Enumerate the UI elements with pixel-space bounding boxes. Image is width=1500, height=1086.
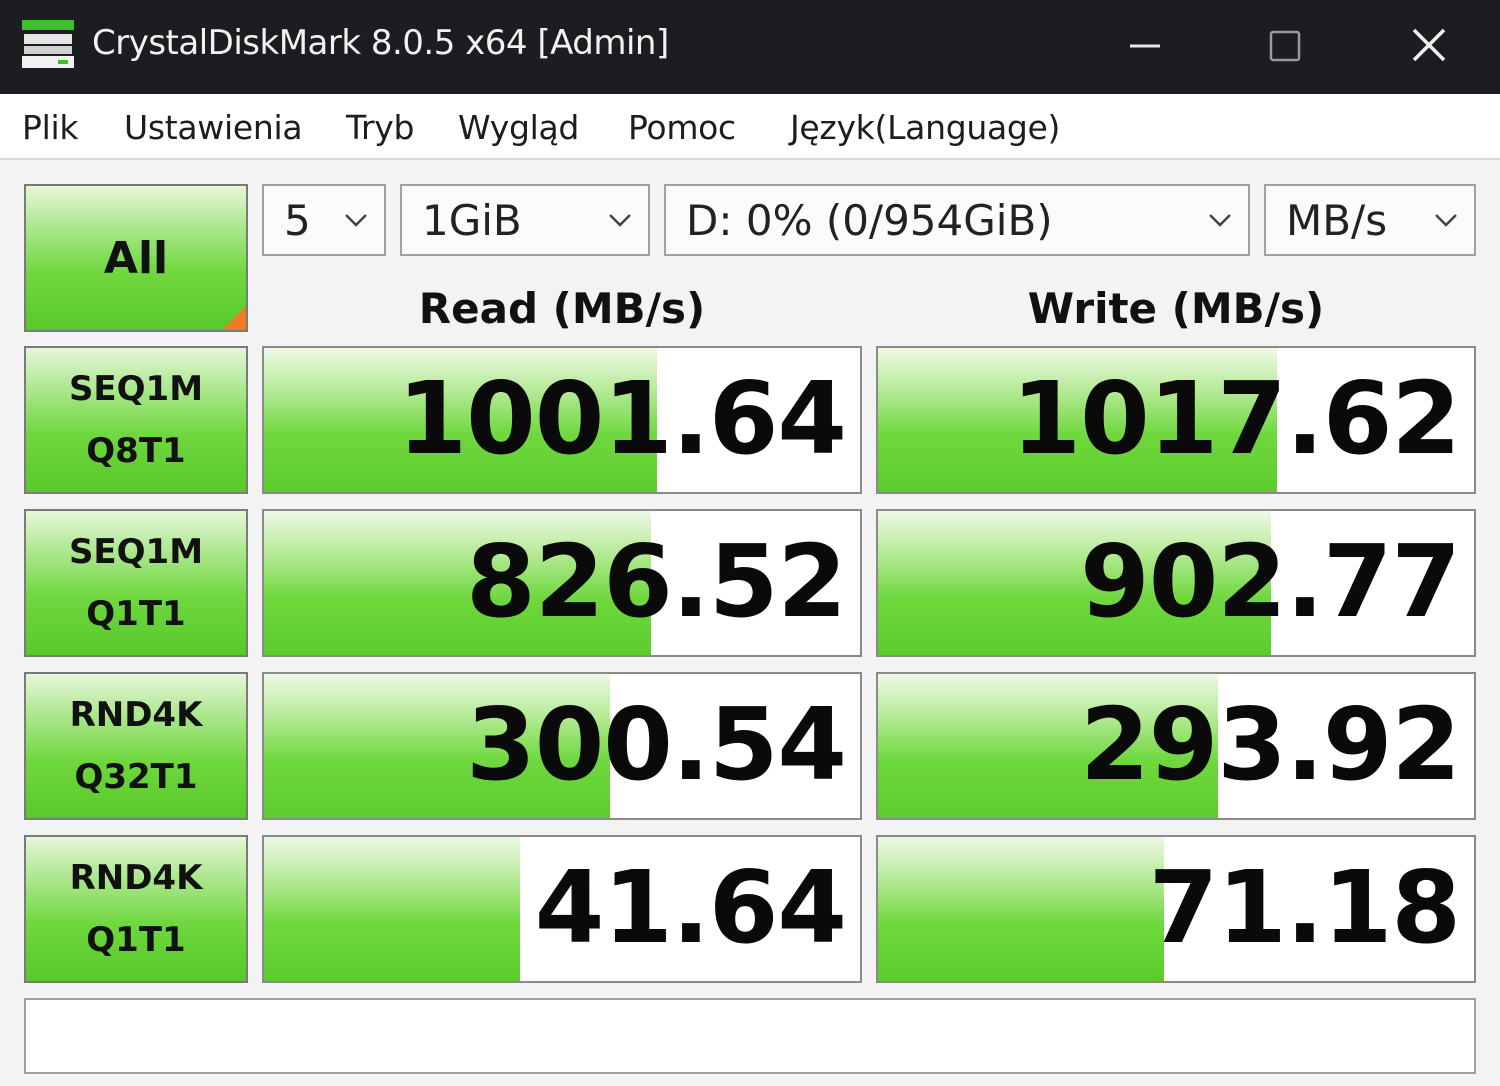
corner-marker <box>222 306 246 330</box>
read-result-rnd4k-q32t1: 300.54 <box>262 672 862 820</box>
read-result-seq1m-q1t1: 826.52 <box>262 509 862 657</box>
menu-bar: Plik Ustawienia Tryb Wygląd Pomoc Język(… <box>0 94 1500 160</box>
main-panel: All 5 1GiB D: 0% (0/954GiB) MB/s Read (M… <box>0 160 1500 1086</box>
test-label-line2: Q32T1 <box>74 757 198 797</box>
disk-drive-icon <box>22 20 74 68</box>
test-button-seq1m-q1t1[interactable]: SEQ1M Q1T1 <box>24 509 248 657</box>
write-value: 902.77 <box>1080 523 1461 640</box>
drive-value: D: 0% (0/954GiB) <box>686 196 1053 245</box>
test-label-line1: SEQ1M <box>68 532 204 572</box>
write-bar <box>878 837 1165 981</box>
write-result-seq1m-q8t1: 1017.62 <box>876 346 1476 494</box>
title-bar: CrystalDiskMark 8.0.5 x64 [Admin] <box>0 0 1500 94</box>
menu-help[interactable]: Pomoc <box>628 108 736 147</box>
menu-language[interactable]: Język(Language) <box>790 108 1060 147</box>
unit-value: MB/s <box>1286 196 1388 245</box>
read-header: Read (MB/s) <box>418 284 706 333</box>
read-value: 826.52 <box>466 523 847 640</box>
read-result-rnd4k-q1t1: 41.64 <box>262 835 862 983</box>
write-value: 1017.62 <box>1011 360 1461 477</box>
menu-file[interactable]: Plik <box>22 108 78 147</box>
all-button-label: All <box>103 232 169 284</box>
write-result-rnd4k-q32t1: 293.92 <box>876 672 1476 820</box>
size-select[interactable]: 1GiB <box>400 184 650 256</box>
count-value: 5 <box>284 196 311 245</box>
test-button-rnd4k-q32t1[interactable]: RND4K Q32T1 <box>24 672 248 820</box>
close-icon[interactable] <box>1394 18 1464 74</box>
write-result-seq1m-q1t1: 902.77 <box>876 509 1476 657</box>
test-label-line2: Q1T1 <box>86 594 186 634</box>
read-bar <box>264 837 521 981</box>
read-result-seq1m-q8t1: 1001.64 <box>262 346 862 494</box>
drive-select[interactable]: D: 0% (0/954GiB) <box>664 184 1250 256</box>
write-header: Write (MB/s) <box>1027 284 1325 333</box>
test-label-line1: SEQ1M <box>68 369 204 409</box>
all-button[interactable]: All <box>24 184 248 332</box>
write-result-rnd4k-q1t1: 71.18 <box>876 835 1476 983</box>
read-value: 41.64 <box>534 849 847 966</box>
test-label-line1: RND4K <box>69 858 203 898</box>
maximize-icon[interactable] <box>1250 18 1320 74</box>
test-button-rnd4k-q1t1[interactable]: RND4K Q1T1 <box>24 835 248 983</box>
window-title: CrystalDiskMark 8.0.5 x64 [Admin] <box>92 23 669 63</box>
menu-settings[interactable]: Ustawienia <box>124 108 303 147</box>
menu-view[interactable]: Wygląd <box>458 108 579 147</box>
test-button-seq1m-q8t1[interactable]: SEQ1M Q8T1 <box>24 346 248 494</box>
chevron-down-icon <box>609 214 631 227</box>
read-value: 300.54 <box>466 686 847 803</box>
menu-mode[interactable]: Tryb <box>346 108 414 147</box>
chevron-down-icon <box>1435 214 1457 227</box>
test-label-line2: Q8T1 <box>86 431 186 471</box>
test-label-line2: Q1T1 <box>86 920 186 960</box>
test-label-line1: RND4K <box>69 695 203 735</box>
write-value: 71.18 <box>1148 849 1461 966</box>
read-value: 1001.64 <box>397 360 847 477</box>
unit-select[interactable]: MB/s <box>1264 184 1476 256</box>
write-value: 293.92 <box>1080 686 1461 803</box>
minimize-icon[interactable] <box>1110 18 1180 74</box>
count-select[interactable]: 5 <box>262 184 386 256</box>
chevron-down-icon <box>345 214 367 227</box>
comment-input[interactable] <box>24 998 1476 1074</box>
size-value: 1GiB <box>422 196 522 245</box>
chevron-down-icon <box>1209 214 1231 227</box>
